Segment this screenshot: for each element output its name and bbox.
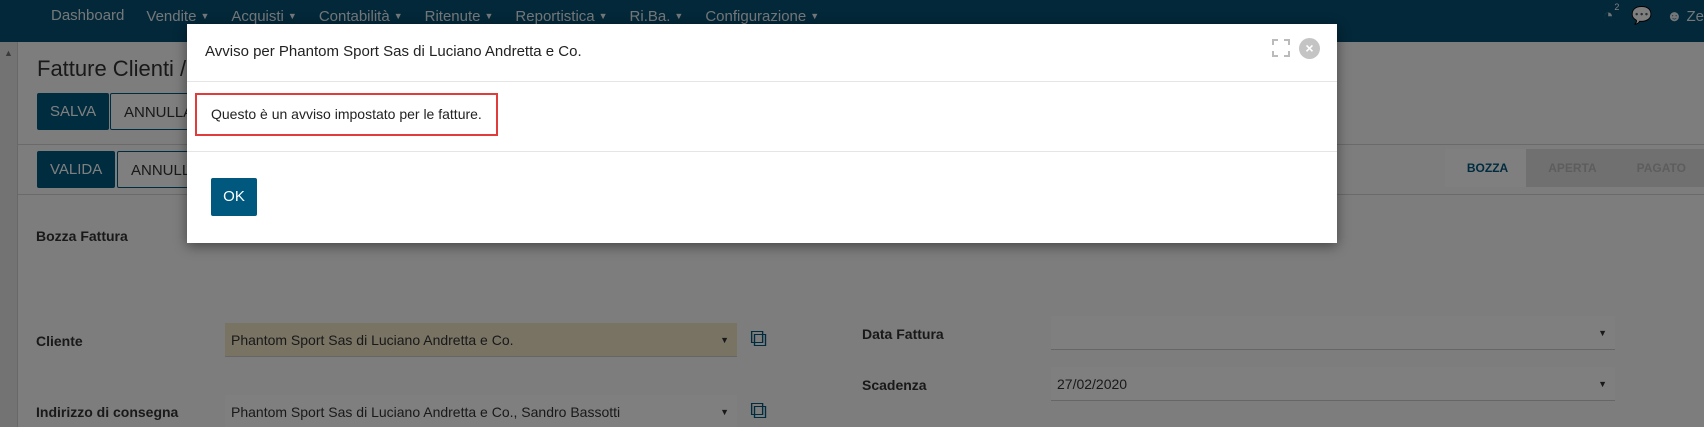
ok-button[interactable]: OK [211,178,257,216]
close-icon[interactable]: × [1299,38,1320,59]
dialog-title: Avviso per Phantom Sport Sas di Luciano … [205,43,582,60]
dialog-header: Avviso per Phantom Sport Sas di Luciano … [187,24,1337,82]
expand-icon[interactable] [1272,39,1290,57]
dialog-footer: OK [187,152,1337,242]
dialog-body: Questo è un avviso impostato per le fatt… [187,82,1337,152]
warning-dialog: Avviso per Phantom Sport Sas di Luciano … [187,24,1337,243]
warning-message: Questo è un avviso impostato per le fatt… [195,93,498,136]
